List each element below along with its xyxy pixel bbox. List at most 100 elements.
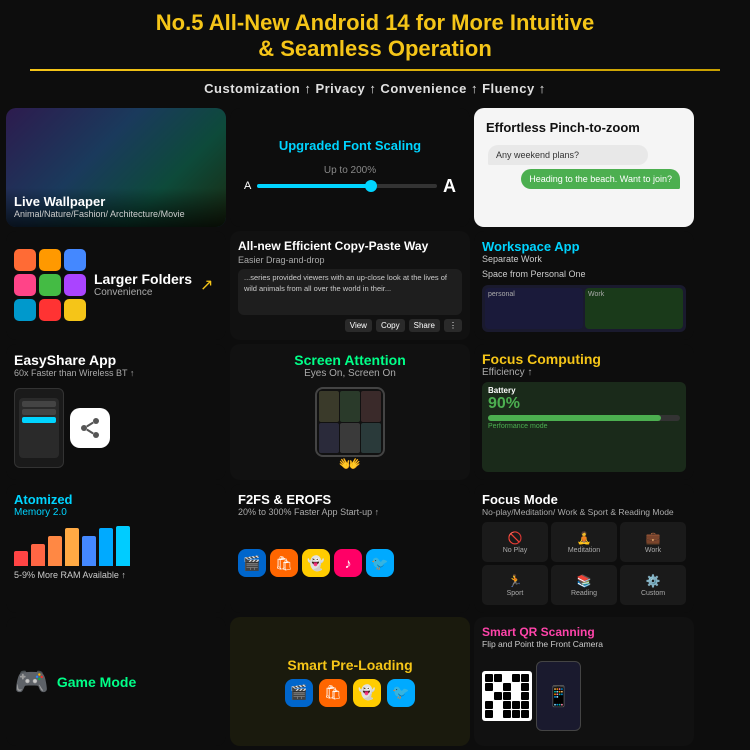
workspace-work: Work [585, 288, 683, 329]
mem-bar-6 [99, 528, 113, 566]
battery-widget-title: Battery [488, 386, 680, 395]
folder-icon-3 [64, 249, 86, 271]
qr-preview: 📱 [482, 654, 686, 738]
font-a-large: A [443, 176, 456, 197]
more-btn[interactable]: ⋮ [444, 319, 462, 332]
mem-bar-1 [14, 551, 28, 566]
header-title-line2: & Seamless Operation [258, 36, 492, 61]
atomized-version: Memory 2.0 [14, 507, 218, 518]
phone-mock-qr: 📱 [536, 661, 581, 731]
qr-px-7 [494, 683, 502, 691]
qr-px-22 [494, 710, 502, 718]
battery-widget: Battery 90% Performance mode [482, 382, 686, 472]
font-slider-row: A A [238, 176, 462, 197]
folder-arrow: ↗ [200, 275, 213, 295]
folder-icon-9 [64, 299, 86, 321]
focus-mode-sport-icon: 🏃 [508, 574, 523, 588]
folder-icon-8 [39, 299, 61, 321]
chat-area: Any weekend plans? Heading to the beach.… [482, 141, 686, 219]
atomized-title: Atomized [14, 492, 218, 507]
workspace-sub1: Separate Work [482, 254, 686, 266]
app-icons-row: 🎬 🛍 👻 ♪ 🐦 [238, 521, 462, 605]
mem-bar-2 [31, 544, 45, 566]
screen-attention-visual: 👐 [308, 383, 393, 473]
cell-focus-computing: Focus Computing Efficiency ↑ Battery 90%… [474, 344, 694, 481]
workspace-title: Workspace App [482, 239, 686, 254]
folder-icon-7 [14, 299, 36, 321]
qr-px-3 [503, 674, 511, 682]
cell-live-wallpaper: Live Wallpaper Animal/Nature/Fashion/ Ar… [6, 108, 226, 227]
qr-px-2 [494, 674, 502, 682]
easyshare-icon-circle [70, 408, 110, 448]
easyshare-sub: 60x Faster than Wireless BT ↑ [14, 368, 218, 380]
font-scaling-title: Upgraded Font Scaling [279, 138, 421, 153]
hands-icon: 👐 [308, 454, 393, 475]
qr-px-8 [503, 683, 511, 691]
mem-bar-5 [82, 536, 96, 566]
header-title-line1: No.5 All-New Android 14 for More Intuiti… [156, 10, 594, 35]
mem-bar-3 [48, 536, 62, 566]
view-btn[interactable]: View [345, 319, 372, 332]
face-1 [319, 391, 339, 422]
easyshare-preview [14, 383, 218, 472]
qr-px-13 [503, 692, 511, 700]
qr-px-16 [485, 701, 493, 709]
cell-focus-mode: Focus Mode No-play/Meditation/ Work & Sp… [474, 484, 694, 613]
qr-code-block [482, 671, 532, 721]
qr-px-15 [521, 692, 529, 700]
smart-preloading-title: Smart Pre-Loading [287, 657, 412, 673]
folder-icon-2 [39, 249, 61, 271]
folder-text: Larger Folders Convenience [94, 272, 192, 298]
header: No.5 All-New Android 14 for More Intuiti… [0, 0, 750, 104]
cell-easyshare: EasyShare App 60x Faster than Wireless B… [6, 344, 226, 481]
atomized-sub: 5-9% More RAM Available ↑ [14, 570, 218, 580]
face-2 [340, 391, 360, 422]
focus-mode-work-icon: 💼 [646, 531, 661, 545]
face-3 [361, 391, 381, 422]
qr-px-11 [485, 692, 493, 700]
live-wallpaper-sub: Animal/Nature/Fashion/ Architecture/Movi… [14, 209, 218, 221]
f2fs-title: F2FS & EROFS [238, 492, 462, 507]
smart-icon-2: 🛍 [319, 679, 347, 707]
cell-atomized-memory: Atomized Memory 2.0 5-9% More RAM Availa… [6, 484, 226, 613]
focus-mode-custom: ⚙️ Custom [620, 565, 686, 605]
qr-px-23 [503, 710, 511, 718]
phone-line-1 [22, 401, 56, 407]
app-icon-twitter: 🐦 [366, 549, 394, 577]
f2fs-sub: 20% to 300% Faster App Start-up ↑ [238, 507, 462, 517]
folder-icons-grid [14, 249, 86, 321]
cell-font-scaling: Upgraded Font Scaling Up to 200% A A [230, 108, 470, 227]
qr-px-25 [521, 710, 529, 718]
memory-bars [14, 526, 218, 566]
folder-icon-6 [64, 274, 86, 296]
qr-px-17 [494, 701, 502, 709]
app-icon-other: ♪ [334, 549, 362, 577]
qr-px-9 [512, 683, 520, 691]
main-grid: Live Wallpaper Animal/Nature/Fashion/ Ar… [0, 104, 750, 750]
screen-attention-phone-mock: 👐 [308, 387, 393, 467]
focus-mode-sub: No-play/Meditation/ Work & Sport & Readi… [482, 507, 686, 518]
focus-mode-noplay-icon: 🚫 [508, 531, 523, 545]
copy-paste-text-box: ...series provided viewers with an up-cl… [238, 269, 462, 315]
folder-icon-5 [39, 274, 61, 296]
focus-mode-meditation-icon: 🧘 [577, 531, 592, 545]
battery-fill [488, 415, 661, 421]
smart-preloading-icons: 🎬 🛍 👻 🐦 [285, 679, 415, 707]
share-btn[interactable]: Share [409, 319, 440, 332]
battery-mode-text: Performance mode [488, 423, 680, 430]
focus-mode-reading: 📚 Reading [551, 565, 617, 605]
focus-mode-grid: 🚫 No Play 🧘 Meditation 💼 Work 🏃 Sport 📚 [482, 522, 686, 605]
focus-mode-work: 💼 Work [620, 522, 686, 562]
focus-mode-noplay: 🚫 No Play [482, 522, 548, 562]
workspace-preview: personal Work [482, 285, 686, 332]
copy-btn[interactable]: Copy [376, 319, 405, 332]
game-mode-title: Game Mode [57, 674, 136, 690]
font-slider-thumb [365, 180, 377, 192]
focus-mode-reading-icon: 📚 [577, 574, 592, 588]
qr-px-5 [521, 674, 529, 682]
mem-bar-4 [65, 528, 79, 566]
qr-px-21 [485, 710, 493, 718]
font-slider-track[interactable] [257, 184, 437, 188]
header-title: No.5 All-New Android 14 for More Intuiti… [20, 10, 730, 63]
qr-px-10 [521, 683, 529, 691]
